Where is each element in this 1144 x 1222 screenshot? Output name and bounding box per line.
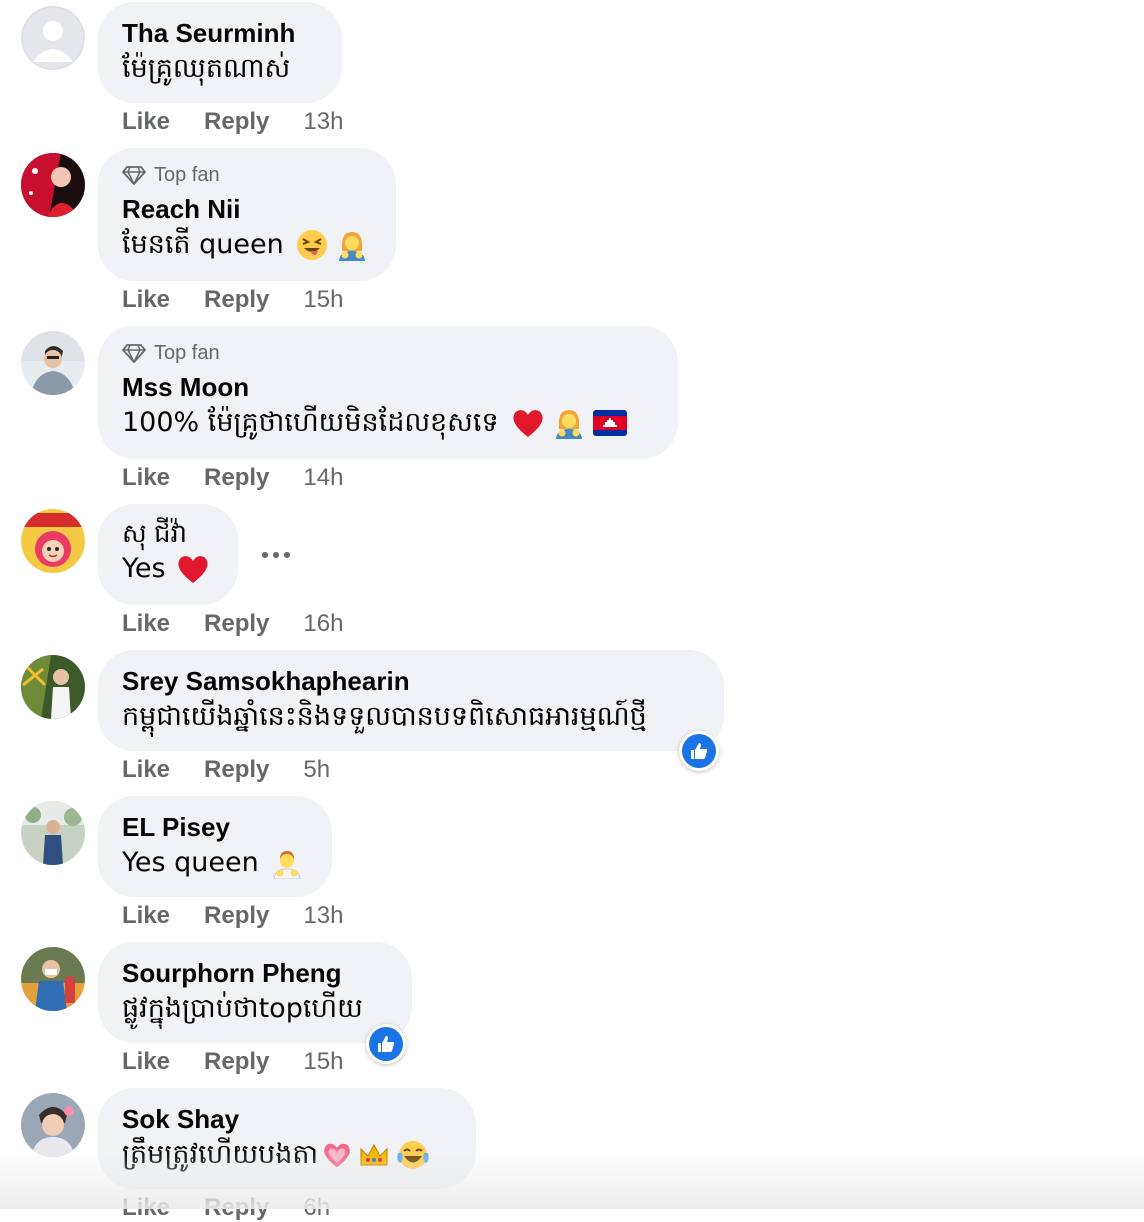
woman-gesturing-emoji <box>555 410 582 439</box>
comment-bubble: Srey Samsokhaphearin កម្ពុជាយើងឆ្នាំនេះន… <box>98 650 724 751</box>
crown-emoji <box>360 1143 388 1166</box>
comment-bubble: Sok Shay ត្រឹមត្រូវហើយបងតា <box>98 1088 476 1189</box>
avatar[interactable] <box>21 1093 85 1157</box>
comment-text-content: ម៉ែគ្រូឈុតណាស់ <box>122 53 291 84</box>
comment-author[interactable]: សុ ជីវ៉ា <box>122 516 214 550</box>
comment-text: កម្ពុជាយើងឆ្នាំនេះនិងទទួលបានបទពិសោធអារម្… <box>122 698 700 736</box>
woman-gesturing-emoji <box>338 232 365 261</box>
diamond-icon <box>122 344 146 363</box>
comment-author[interactable]: EL Pisey <box>122 810 308 844</box>
comment-text: ផ្លូវក្នុងប្រាប់ថាtopហើយ <box>122 990 388 1028</box>
comment-actions: Like Reply 5h <box>122 756 330 784</box>
comment-bubble: Tha Seurminh ម៉ែគ្រូឈុតណាស់ <box>98 2 342 103</box>
badge-label: Top fan <box>154 163 220 186</box>
comment-text-content: ផ្លូវក្នុងប្រាប់ថាtopហើយ <box>122 993 363 1024</box>
like-button[interactable]: Like <box>122 286 170 314</box>
comment-text-content: Yes queen <box>122 847 259 878</box>
comment-actions: Like Reply 6h <box>122 1194 330 1222</box>
like-button[interactable]: Like <box>122 464 170 492</box>
timestamp[interactable]: 5h <box>303 756 330 784</box>
reply-button[interactable]: Reply <box>204 610 269 638</box>
comment-text: 100% ម៉ែគ្រូថាហើយមិនដែលខុសទេ <box>122 404 654 442</box>
badge-label: Top fan <box>154 341 220 364</box>
diamond-icon <box>122 166 146 185</box>
dot <box>262 552 268 558</box>
pink-heart-emoji <box>324 1143 350 1168</box>
timestamp[interactable]: 6h <box>303 1194 330 1222</box>
man-gesturing-emoji <box>273 851 301 879</box>
squinting-tongue-emoji <box>296 230 327 260</box>
comment-text-content: ត្រឹមត្រូវហើយបងតា <box>122 1139 319 1170</box>
like-button[interactable]: Like <box>122 1048 170 1076</box>
cambodia-flag-emoji <box>592 410 627 436</box>
comment-text: មែនតើ queen <box>122 226 372 264</box>
comment-text: Yes <box>122 550 214 588</box>
comment-text-content: Yes <box>122 553 166 584</box>
reply-button[interactable]: Reply <box>204 286 269 314</box>
top-fan-badge: Top fan <box>122 340 654 366</box>
comment-author[interactable]: Sok Shay <box>122 1102 452 1136</box>
top-fan-badge: Top fan <box>122 162 372 188</box>
avatar[interactable] <box>21 6 85 70</box>
red-heart-emoji <box>178 556 208 583</box>
timestamp[interactable]: 15h <box>303 1048 343 1076</box>
comment-bubble: Top fan Mss Moon 100% ម៉ែគ្រូថាហើយមិនដែល… <box>98 326 678 459</box>
comment-text: ត្រឹមត្រូវហើយបងតា <box>122 1136 452 1174</box>
timestamp[interactable]: 13h <box>303 108 343 136</box>
comment-text-content: កម្ពុជាយើងឆ្នាំនេះនិងទទួលបានបទពិសោធអារម្… <box>122 701 647 732</box>
timestamp[interactable]: 16h <box>303 610 343 638</box>
comment-author[interactable]: Tha Seurminh <box>122 16 318 50</box>
reply-button[interactable]: Reply <box>204 902 269 930</box>
avatar[interactable] <box>21 509 85 573</box>
comment-bubble: Sourphorn Pheng ផ្លូវក្នុងប្រាប់ថាtopហើយ <box>98 942 412 1043</box>
like-button[interactable]: Like <box>122 108 170 136</box>
timestamp[interactable]: 14h <box>303 464 343 492</box>
more-options-icon[interactable] <box>262 552 290 558</box>
avatar[interactable] <box>21 801 85 865</box>
comment-actions: Like Reply 14h <box>122 464 343 492</box>
comment-actions: Like Reply 15h <box>122 286 343 314</box>
like-button[interactable]: Like <box>122 1194 170 1222</box>
red-heart-emoji <box>513 410 543 437</box>
comment-bubble: សុ ជីវ៉ា Yes <box>98 504 238 605</box>
avatar[interactable] <box>21 655 85 719</box>
comment-text: Yes queen <box>122 844 308 882</box>
comment-text-content: 100% ម៉ែគ្រូថាហើយមិនដែលខុសទេ <box>122 407 499 438</box>
like-reaction-badge[interactable] <box>366 1024 406 1064</box>
avatar[interactable] <box>21 947 85 1011</box>
comment-author[interactable]: Mss Moon <box>122 370 654 404</box>
reply-button[interactable]: Reply <box>204 1048 269 1076</box>
comment-actions: Like Reply 13h <box>122 902 343 930</box>
timestamp[interactable]: 13h <box>303 902 343 930</box>
dot <box>284 552 290 558</box>
like-button[interactable]: Like <box>122 610 170 638</box>
comment-bubble: EL Pisey Yes queen <box>98 796 332 897</box>
comment-actions: Like Reply 16h <box>122 610 343 638</box>
comment-author[interactable]: Reach Nii <box>122 192 372 226</box>
reply-button[interactable]: Reply <box>204 464 269 492</box>
timestamp[interactable]: 15h <box>303 286 343 314</box>
avatar[interactable] <box>21 331 85 395</box>
like-reaction-badge[interactable] <box>679 731 719 771</box>
dot <box>273 552 279 558</box>
comment-text: ម៉ែគ្រូឈុតណាស់ <box>122 50 318 88</box>
tears-of-joy-emoji <box>397 1141 429 1169</box>
reply-button[interactable]: Reply <box>204 756 269 784</box>
like-reaction-icon <box>369 1027 403 1061</box>
comment-actions: Like Reply 13h <box>122 108 343 136</box>
comment-author[interactable]: Sourphorn Pheng <box>122 956 388 990</box>
comment-author[interactable]: Srey Samsokhaphearin <box>122 664 700 698</box>
avatar[interactable] <box>21 153 85 217</box>
like-button[interactable]: Like <box>122 902 170 930</box>
reply-button[interactable]: Reply <box>204 108 269 136</box>
comment-text-content: មែនតើ queen <box>122 229 284 260</box>
like-button[interactable]: Like <box>122 756 170 784</box>
like-reaction-icon <box>682 734 716 768</box>
comment-actions: Like Reply 15h <box>122 1048 343 1076</box>
reply-button[interactable]: Reply <box>204 1194 269 1222</box>
comment-bubble: Top fan Reach Nii មែនតើ queen <box>98 148 396 281</box>
